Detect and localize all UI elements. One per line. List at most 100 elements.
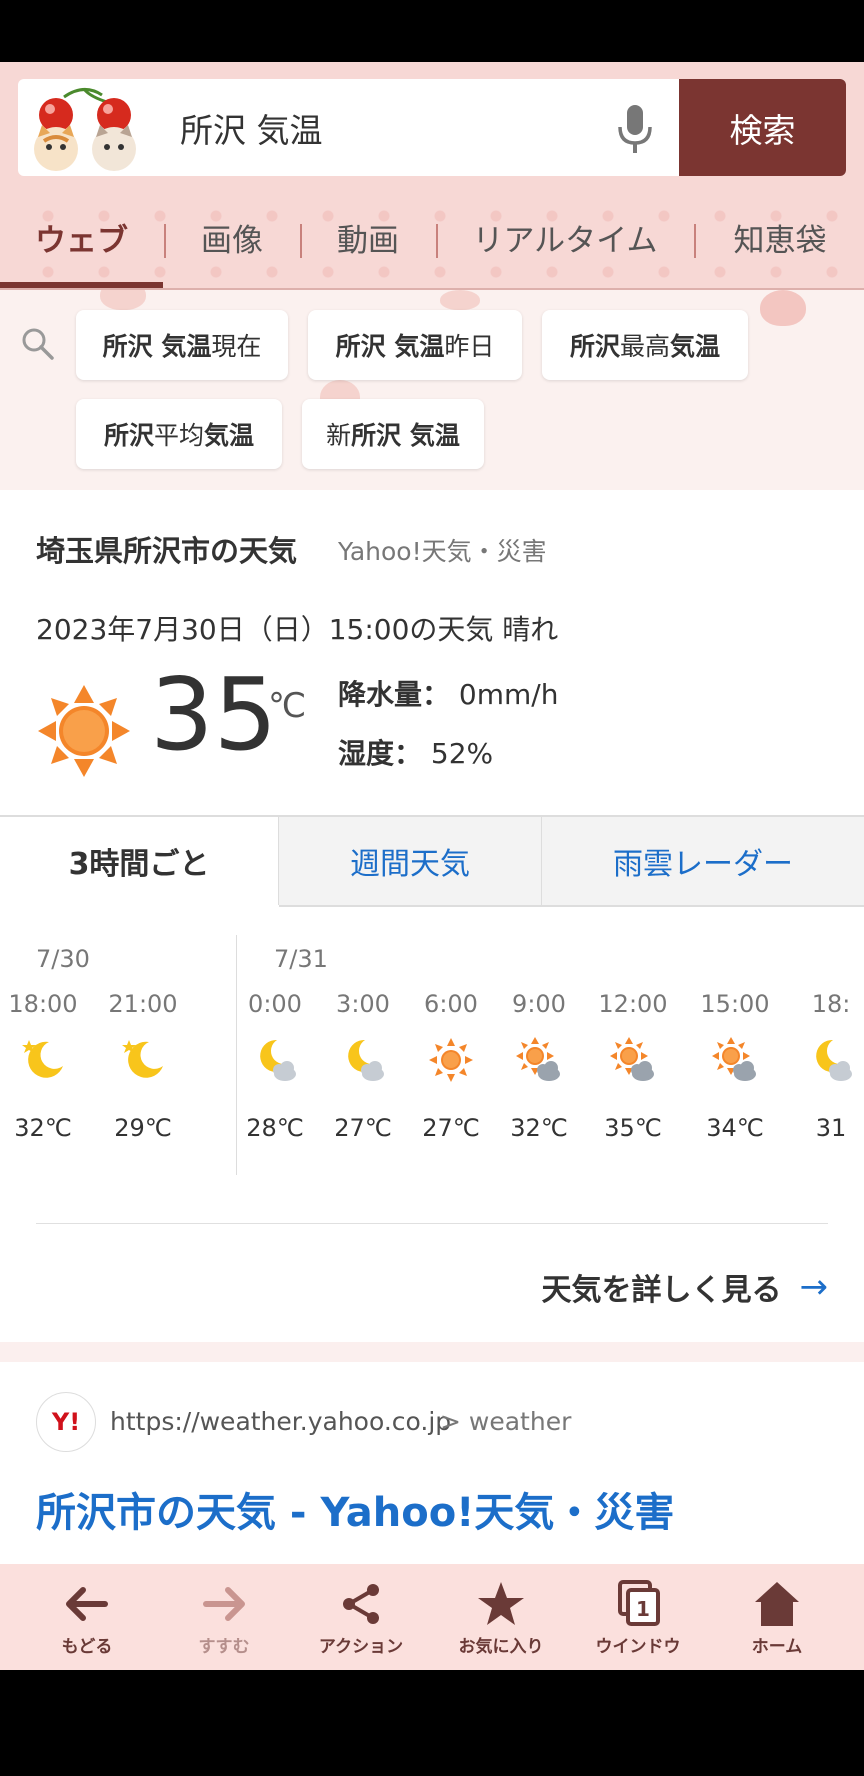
nav-label: ホーム bbox=[751, 1636, 803, 1657]
suggestion-chip[interactable]: 所沢 平均 気温 bbox=[76, 399, 282, 469]
home-icon bbox=[755, 1581, 799, 1626]
nav-window-button[interactable]: 1 ウインドウ bbox=[578, 1564, 698, 1670]
forecast-slot: 12:00 35℃ bbox=[588, 990, 678, 1142]
suggestion-chip[interactable]: 所沢 気温 昨日 bbox=[308, 310, 522, 380]
forecast-temperature: 27℃ bbox=[334, 1114, 392, 1142]
share-icon bbox=[343, 1583, 379, 1624]
forecast-time: 18:00 bbox=[8, 990, 78, 1018]
forecast-temperature: 27℃ bbox=[422, 1114, 480, 1142]
forecast-time: 15:00 bbox=[700, 990, 770, 1018]
tab-images[interactable]: 画像 bbox=[166, 187, 298, 287]
yahoo-favicon-icon: Y! bbox=[36, 1392, 96, 1452]
forecast-slot: 15:00 34℃ bbox=[690, 990, 780, 1142]
microphone-icon[interactable] bbox=[610, 101, 660, 157]
weather-title: 埼玉県所沢市の天気 bbox=[36, 534, 298, 568]
search-result: Y! https://weather.yahoo.co.jp > weather… bbox=[0, 1362, 864, 1564]
forecast-time: 12:00 bbox=[598, 990, 668, 1018]
tab-3hourly[interactable]: 3時間ごと bbox=[0, 817, 279, 905]
forecast-slot: 6:00 27℃ bbox=[406, 990, 496, 1142]
nav-label: お気に入り bbox=[458, 1636, 544, 1657]
tab-rain-radar[interactable]: 雨雲レーダー bbox=[542, 817, 864, 907]
forecast-time: 18: bbox=[811, 990, 851, 1018]
nav-label: アクション bbox=[318, 1636, 404, 1657]
tab-chiebukuro[interactable]: 知恵袋 bbox=[696, 187, 864, 287]
nav-favorites-button[interactable]: お気に入り bbox=[441, 1564, 561, 1670]
forecast-slot: 0:00 28℃ bbox=[230, 990, 320, 1142]
humidity: 湿度： 52% bbox=[338, 737, 494, 770]
star-icon bbox=[478, 1581, 524, 1625]
forecast-time: 9:00 bbox=[512, 990, 566, 1018]
moon-cloud-icon bbox=[348, 1039, 384, 1081]
sun-cloud-icon bbox=[712, 1037, 756, 1081]
forecast-temperature: 31 bbox=[815, 1114, 847, 1142]
tab-divider bbox=[300, 224, 302, 258]
status-bar bbox=[0, 0, 864, 62]
forecast-time: 21:00 bbox=[108, 990, 178, 1018]
tab-realtime[interactable]: リアルタイム bbox=[438, 187, 692, 287]
forecast-temperature: 28℃ bbox=[246, 1114, 304, 1142]
tab-divider bbox=[164, 224, 166, 258]
forward-arrow-icon bbox=[203, 1586, 245, 1621]
header: 検索 ウェブ 画像 動画 リアルタイム 知恵袋 bbox=[0, 62, 864, 290]
moon-icon bbox=[22, 1040, 64, 1078]
nav-home-button[interactable]: ホーム bbox=[717, 1564, 837, 1670]
tab-web[interactable]: ウェブ bbox=[0, 187, 163, 287]
strawberry-decoration bbox=[440, 290, 480, 310]
search-button[interactable]: 検索 bbox=[679, 79, 846, 176]
search-tabs: ウェブ 画像 動画 リアルタイム 知恵袋 bbox=[0, 187, 864, 290]
window-icon: 1 bbox=[618, 1579, 660, 1626]
tab-weekly[interactable]: 週間天気 bbox=[279, 817, 542, 907]
precipitation: 降水量： 0mm/h bbox=[338, 678, 559, 711]
forecast-time: 6:00 bbox=[424, 990, 478, 1018]
weather-date: 2023年7月30日（日）15:00の天気 晴れ bbox=[36, 613, 559, 646]
forecast-date: 7/31 bbox=[274, 945, 328, 973]
forecast-slot: 9:00 32℃ bbox=[494, 990, 584, 1142]
bottom-navigation: もどる すすむ アクション お気に入り 1 ウインドウ ホーム bbox=[0, 1564, 864, 1670]
sun-icon bbox=[429, 1038, 473, 1082]
search-box: 検索 bbox=[18, 79, 846, 176]
weather-more-link[interactable]: 天気を詳しく見る → bbox=[542, 1265, 829, 1309]
strawberry-decoration bbox=[100, 290, 146, 310]
tab-divider bbox=[694, 224, 696, 258]
nav-label: すすむ bbox=[198, 1636, 250, 1657]
related-searches: 所沢 気温 現在 所沢 気温 昨日 所沢 最高 気温 所沢 平均 気温 新所沢 気温 bbox=[0, 290, 864, 490]
result-breadcrumb: > weather bbox=[440, 1407, 572, 1436]
back-arrow-icon bbox=[66, 1586, 108, 1621]
nav-forward-button[interactable]: すすむ bbox=[164, 1564, 284, 1670]
nav-label: ウインドウ bbox=[595, 1636, 681, 1657]
moon-cloud-icon bbox=[260, 1039, 296, 1081]
weather-tabs: 3時間ごと 週間天気 雨雲レーダー bbox=[0, 815, 864, 907]
tab-divider bbox=[436, 224, 438, 258]
forecast-time: 3:00 bbox=[336, 990, 390, 1018]
sun-cloud-icon bbox=[610, 1037, 654, 1081]
cherry-cat-logo-icon bbox=[34, 88, 136, 171]
nav-back-button[interactable]: もどる bbox=[27, 1564, 147, 1670]
result-url[interactable]: https://weather.yahoo.co.jp bbox=[110, 1407, 451, 1436]
suggestion-chip[interactable]: 新所沢 気温 bbox=[302, 399, 484, 469]
search-input[interactable] bbox=[178, 97, 602, 159]
current-temperature: 35 bbox=[150, 656, 278, 773]
window-count: 1 bbox=[636, 1597, 650, 1621]
forecast-slot: 3:00 27℃ bbox=[318, 990, 408, 1142]
weather-source: Yahoo!天気・災害 bbox=[338, 537, 547, 566]
forecast-slot: 18:00 32℃ bbox=[0, 990, 88, 1142]
moon-icon bbox=[122, 1040, 163, 1078]
strawberry-decoration bbox=[760, 290, 806, 326]
search-icon bbox=[22, 328, 54, 360]
forecast-time: 0:00 bbox=[248, 990, 302, 1018]
moon-cloud-icon bbox=[816, 1039, 852, 1081]
weather-card: 埼玉県所沢市の天気 Yahoo!天気・災害 2023年7月30日（日）15:00… bbox=[0, 490, 864, 1342]
forecast-temperature: 35℃ bbox=[604, 1114, 662, 1142]
suggestion-chip[interactable]: 所沢 最高 気温 bbox=[542, 310, 748, 380]
nav-label: もどる bbox=[61, 1636, 113, 1657]
forecast-temperature: 34℃ bbox=[706, 1114, 764, 1142]
forecast-slot: 21:00 29℃ bbox=[98, 990, 188, 1142]
system-nav-bar bbox=[0, 1670, 864, 1776]
suggestion-chip[interactable]: 所沢 気温 現在 bbox=[76, 310, 288, 380]
tab-videos[interactable]: 動画 bbox=[302, 187, 434, 287]
forecast-temperature: 29℃ bbox=[114, 1114, 172, 1142]
forecast-temperature: 32℃ bbox=[510, 1114, 568, 1142]
result-title-link[interactable]: 所沢市の天気 - Yahoo!天気・災害 bbox=[36, 1480, 674, 1538]
nav-action-button[interactable]: アクション bbox=[301, 1564, 421, 1670]
forecast-date: 7/30 bbox=[36, 945, 90, 973]
